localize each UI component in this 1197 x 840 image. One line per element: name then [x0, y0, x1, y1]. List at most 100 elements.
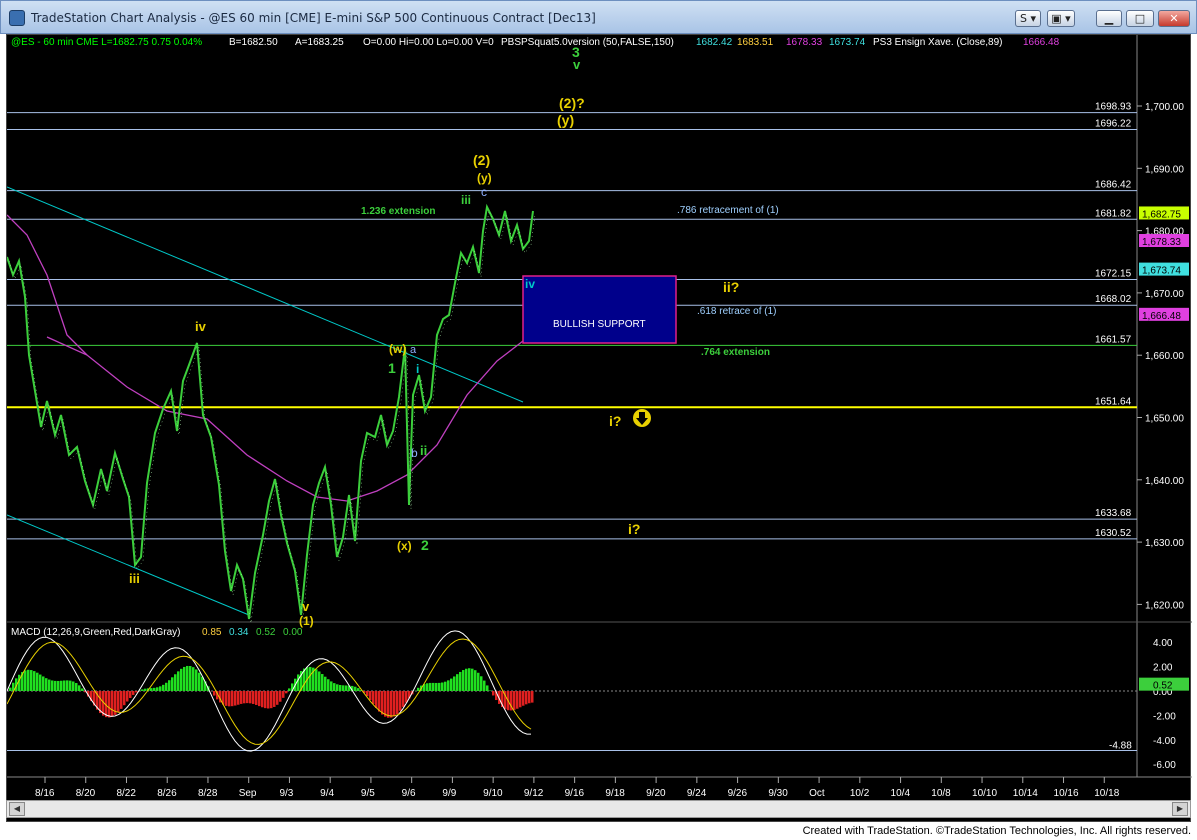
macd-current-tag-label: 0.52 [1153, 681, 1173, 692]
retracement-786-label: .786 retracement of (1) [677, 205, 779, 216]
macd-histogram-bar [135, 691, 138, 693]
macd-histogram-bar [183, 666, 186, 691]
macd-header: MACD (12,26,9,Green,Red,DarkGray) 0.85 0… [11, 627, 303, 638]
header-value-1: 1682.42 [696, 37, 733, 48]
macd-histogram-bar [429, 682, 432, 691]
macd-histogram-bar [450, 678, 453, 691]
time-axis-label: 10/4 [891, 788, 911, 799]
wave-i-question-2-label: i? [628, 521, 640, 537]
time-axis-label: 10/16 [1054, 788, 1079, 799]
price-axis-label: 1,630.00 [1145, 538, 1184, 549]
time-axis-label: 9/18 [605, 788, 625, 799]
price-axis-label: 1,690.00 [1145, 164, 1184, 175]
macd-histogram-bar [477, 672, 480, 691]
macd-histogram-bar [225, 691, 228, 706]
macd-histogram-bar [453, 676, 456, 691]
macd-histogram-bar [39, 674, 42, 691]
macd-histogram-bar [63, 680, 66, 691]
macd-histogram-bar [180, 668, 183, 691]
wave-1-label: 1 [388, 360, 396, 376]
price-axis-label: 1,640.00 [1145, 476, 1184, 487]
macd-histogram-bar [432, 682, 435, 691]
window-link-button[interactable]: ▣ ▾ [1047, 10, 1075, 27]
macd-axis-label: 2.00 [1153, 663, 1173, 674]
macd-histogram-bar [201, 676, 204, 691]
wave-c-label: c [481, 185, 487, 199]
macd-histogram-bar [354, 686, 357, 691]
time-axis-label: 10/14 [1013, 788, 1038, 799]
macd-histogram-bar [264, 691, 267, 709]
macd-value-1: 0.85 [202, 627, 222, 638]
scroll-right-arrow-icon[interactable]: ▶ [1172, 802, 1188, 816]
macd-histogram-bar [486, 685, 489, 691]
wave-v-label: v [302, 599, 310, 614]
macd-histogram-bar [48, 679, 51, 691]
chart-area[interactable]: @ES - 60 min CME L=1682.75 0.75 0.04% B=… [6, 34, 1192, 823]
close-button[interactable]: ✕ [1158, 10, 1190, 27]
wave-b-label: b [411, 446, 418, 460]
macd-histogram-bar [111, 691, 114, 717]
header-value-2: 1683.51 [737, 37, 774, 48]
scroll-left-arrow-icon[interactable]: ◀ [9, 802, 25, 816]
wave-y-top-label: (y) [557, 112, 574, 128]
wave-i-label: i [416, 362, 419, 376]
macd-histogram-bar [309, 666, 312, 691]
price-tag-label: 1,678.33 [1142, 237, 1181, 248]
symbol-link-button[interactable]: S ▾ [1015, 10, 1041, 27]
ma-line-left [6, 214, 88, 356]
macd-histogram-bar [213, 691, 216, 696]
header-symbol-line: @ES - 60 min CME L=1682.75 0.75 0.04% [11, 37, 202, 48]
macd-histogram-bar [474, 670, 477, 691]
horizontal-scrollbar[interactable]: ◀ ▶ [6, 800, 1191, 818]
macd-histogram-bar [192, 667, 195, 691]
time-axis: 8/16 8/20 8/22 8/26 8/28 Sep 9/3 9/4 9/5 9/6 9/9 9/… [35, 777, 1120, 799]
macd-histogram-bar [375, 691, 378, 708]
time-axis-label: Sep [239, 788, 257, 799]
macd-histogram-bar [324, 676, 327, 691]
macd-histogram-bar [45, 678, 48, 691]
chart-canvas[interactable]: @ES - 60 min CME L=1682.75 0.75 0.04% B=… [6, 35, 1192, 823]
macd-label: MACD (12,26,9,Green,Red,DarkGray) [11, 627, 181, 638]
macd-axis-label: -4.00 [1153, 736, 1176, 747]
header-value-4: 1673.74 [829, 37, 866, 48]
chart-header: @ES - 60 min CME L=1682.75 0.75 0.04% B=… [11, 37, 1060, 48]
macd-histogram-bar [132, 691, 135, 695]
macd-histogram-bar [282, 691, 285, 698]
macd-histogram-bar [345, 685, 348, 691]
macd-histogram-bar [441, 682, 444, 691]
maximize-button[interactable]: □ [1126, 10, 1154, 27]
level-label: 1651.64 [1095, 396, 1132, 407]
wave-annotations: 1.236 extension .786 retracement of (1) … [129, 44, 779, 628]
macd-histogram-bar [462, 670, 465, 691]
macd-histogram-bar [285, 691, 288, 694]
tradestation-app-icon [9, 10, 25, 26]
wave-y-label: (y) [477, 171, 492, 185]
credits-text: Created with TradeStation. ©TradeStation… [802, 825, 1191, 837]
time-axis-label: 9/9 [442, 788, 456, 799]
time-axis-label: 9/6 [402, 788, 416, 799]
price-axis-label: 1,620.00 [1145, 600, 1184, 611]
wave-i-question-label: i? [609, 413, 621, 429]
macd-histogram-bar [465, 668, 468, 691]
macd-histogram-bar [189, 665, 192, 691]
macd-histogram-bar [27, 669, 30, 691]
macd-histogram-bar [399, 691, 402, 711]
macd-histogram-bar [69, 680, 72, 691]
macd-histogram-bar [51, 680, 54, 691]
price-tag-label: 1,682.75 [1142, 209, 1181, 220]
level-label: 1633.68 [1095, 508, 1132, 519]
macd-histogram-bar [156, 687, 159, 691]
retrace-618-label: .618 retrace of (1) [697, 306, 776, 317]
level-label: 1661.57 [1095, 334, 1132, 345]
macd-value-4: 0.00 [283, 627, 303, 638]
bullish-support-box[interactable] [522, 275, 677, 344]
time-axis-label: 8/22 [116, 788, 136, 799]
time-axis-label: 9/3 [279, 788, 293, 799]
wave-iii-label: iii [461, 193, 471, 207]
macd-plot: -4.88 [6, 630, 1137, 752]
wave-w-label: (w) [389, 342, 406, 356]
macd-histogram-bar [468, 668, 471, 691]
macd-histogram-bar [198, 672, 201, 691]
minimize-button[interactable]: ▁ [1096, 10, 1122, 27]
extension-1236-label: 1.236 extension [361, 206, 435, 217]
